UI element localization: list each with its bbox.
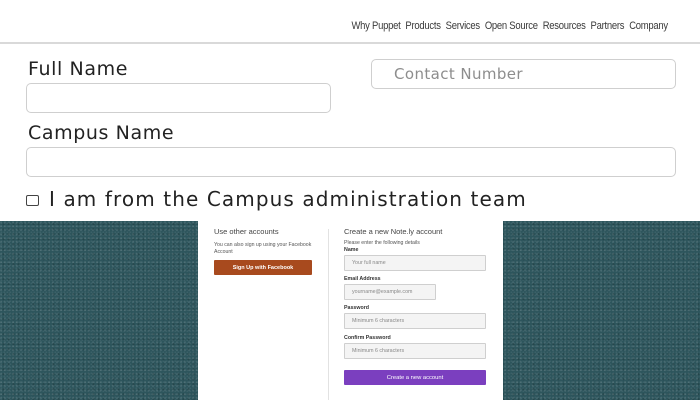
password-input[interactable] bbox=[344, 313, 486, 329]
nav-link-company[interactable]: Company bbox=[629, 20, 668, 32]
email-input[interactable] bbox=[344, 284, 436, 300]
top-navigation-bar: Why Puppet Products Services Open Source… bbox=[0, 0, 700, 44]
nav-link-why-puppet[interactable]: Why Puppet bbox=[352, 20, 401, 32]
column-divider bbox=[328, 229, 329, 400]
facebook-signup-button[interactable]: Sign Up with Facebook bbox=[214, 260, 312, 275]
create-account-column: Create a new Note.ly account Please ente… bbox=[344, 227, 489, 385]
main-nav: Why Puppet Products Services Open Source… bbox=[352, 20, 669, 32]
signup-card: Use other accounts You can also sign up … bbox=[198, 221, 503, 400]
email-label: Email Address bbox=[344, 276, 381, 282]
campus-admin-checkbox-label: I am from the Campus administration team bbox=[49, 187, 527, 211]
other-accounts-text: You can also sign up using your Facebook… bbox=[214, 242, 312, 255]
create-account-button[interactable]: Create a new account bbox=[344, 370, 486, 385]
nav-link-products[interactable]: Products bbox=[406, 20, 442, 32]
full-name-input[interactable] bbox=[26, 83, 331, 113]
signup-background: Use other accounts You can also sign up … bbox=[0, 221, 700, 400]
nav-link-services[interactable]: Services bbox=[446, 20, 480, 32]
name-input[interactable] bbox=[344, 255, 486, 271]
campus-name-input[interactable] bbox=[26, 147, 676, 177]
campus-admin-checkbox[interactable] bbox=[26, 195, 39, 206]
nav-link-open-source[interactable]: Open Source bbox=[485, 20, 538, 32]
create-account-intro: Please enter the following details bbox=[344, 240, 420, 246]
other-accounts-heading: Use other accounts bbox=[214, 227, 279, 236]
full-name-label: Full Name bbox=[28, 58, 128, 80]
confirm-password-label: Confirm Password bbox=[344, 335, 391, 341]
name-label: Name bbox=[344, 247, 359, 253]
create-account-heading: Create a new Note.ly account bbox=[344, 227, 443, 236]
campus-admin-checkbox-row[interactable]: I am from the Campus administration team bbox=[26, 187, 527, 211]
password-label: Password bbox=[344, 305, 370, 311]
contact-number-input[interactable] bbox=[371, 59, 676, 89]
other-accounts-column: Use other accounts You can also sign up … bbox=[214, 227, 316, 275]
nav-link-resources[interactable]: Resources bbox=[543, 20, 586, 32]
nav-link-partners[interactable]: Partners bbox=[591, 20, 625, 32]
campus-name-label: Campus Name bbox=[28, 122, 175, 144]
confirm-password-input[interactable] bbox=[344, 343, 486, 359]
